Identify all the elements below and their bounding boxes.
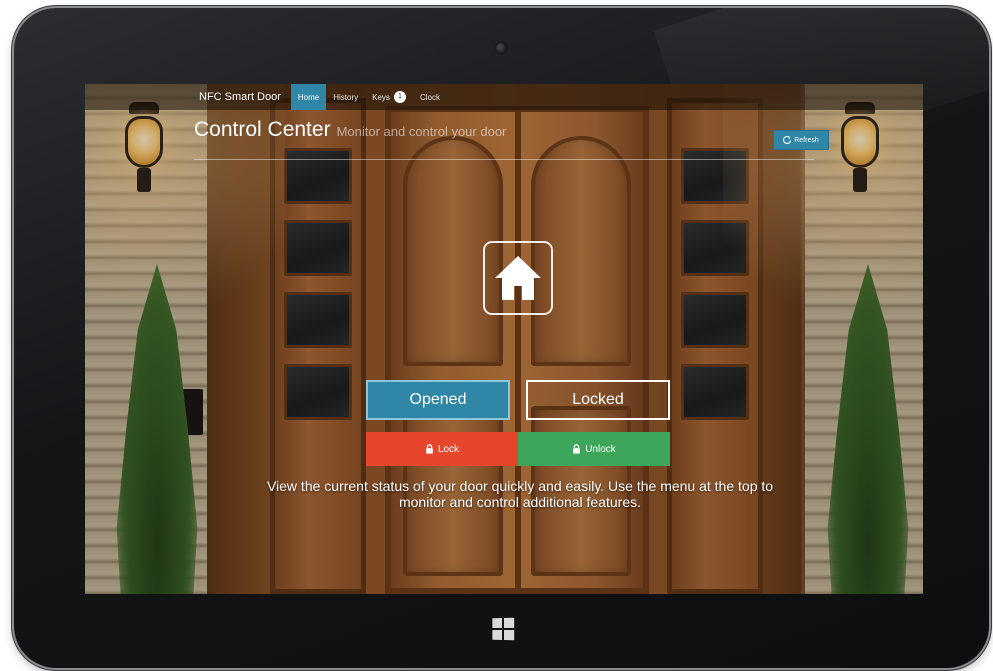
screen: NFC Smart Door Home History Keys 1 Clock… xyxy=(85,84,923,594)
nav-item-history[interactable]: History xyxy=(326,84,365,110)
tablet-frame: NFC Smart Door Home History Keys 1 Clock… xyxy=(14,8,989,668)
nav-item-label: History xyxy=(333,92,359,102)
nav-item-clock[interactable]: Clock xyxy=(413,84,447,110)
locked-status-button[interactable]: Locked xyxy=(526,380,670,420)
brand-name[interactable]: NFC Smart Door xyxy=(199,91,281,103)
unlock-button[interactable]: Unlock xyxy=(518,432,670,466)
lock-icon xyxy=(426,444,433,454)
home-icon xyxy=(495,256,541,300)
lock-label: Lock xyxy=(437,443,460,455)
keys-count-badge: 1 xyxy=(393,91,406,103)
door-status-icon-box xyxy=(483,241,553,315)
refresh-icon xyxy=(783,136,792,144)
nav-item-home[interactable]: Home xyxy=(290,84,327,110)
unlock-icon xyxy=(573,444,581,454)
light-sensor xyxy=(431,47,435,51)
opened-status-button[interactable]: Opened xyxy=(366,380,510,420)
page-subtitle: Monitor and control your door xyxy=(336,124,507,139)
refresh-button[interactable]: Refresh xyxy=(773,130,829,150)
status-description: View the current status of your door qui… xyxy=(266,478,774,510)
nav-item-label: Keys xyxy=(372,92,390,102)
opened-label: Opened xyxy=(409,391,467,408)
front-camera xyxy=(496,43,506,53)
unlock-label: Unlock xyxy=(585,443,616,455)
screen-overlay xyxy=(85,84,923,594)
page-title: Control Center xyxy=(194,118,331,141)
nav-item-label: Clock xyxy=(419,92,440,102)
page-header: Control Center Monitor and control your … xyxy=(194,118,814,160)
top-navbar: NFC Smart Door Home History Keys 1 Clock xyxy=(85,84,923,110)
nav-item-keys[interactable]: Keys 1 xyxy=(365,84,413,110)
windows-logo-icon[interactable] xyxy=(492,617,515,641)
nav-item-label: Home xyxy=(297,92,320,102)
refresh-label: Refresh xyxy=(794,136,819,144)
locked-label: Locked xyxy=(572,391,624,408)
lock-button[interactable]: Lock xyxy=(366,432,518,466)
